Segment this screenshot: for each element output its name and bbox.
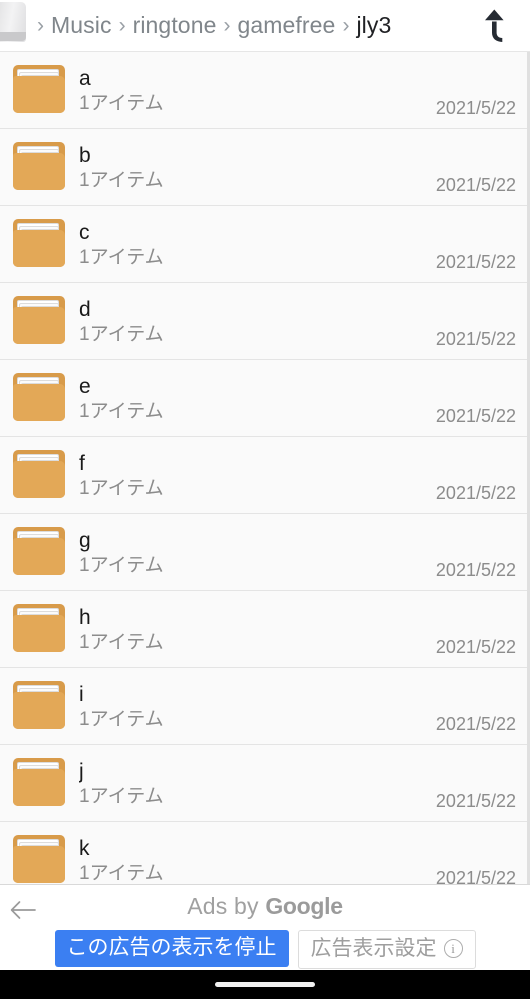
- file-name: f: [79, 452, 85, 475]
- file-list-item[interactable]: i 1アイテム 2021/5/22: [0, 668, 530, 745]
- file-date: 2021/5/22: [435, 329, 516, 349]
- file-name: h: [79, 606, 91, 629]
- folder-icon: [9, 63, 71, 117]
- file-list-item-text: e 1アイテム: [79, 374, 436, 423]
- file-list-item-text: b 1アイテム: [79, 143, 436, 192]
- file-item-count: 1アイテム: [79, 631, 164, 653]
- file-item-count: 1アイテム: [79, 785, 164, 807]
- file-list-item[interactable]: b 1アイテム 2021/5/22: [0, 129, 530, 206]
- file-list-item-text: c 1アイテム: [79, 220, 436, 269]
- file-date: 2021/5/22: [435, 406, 516, 426]
- file-list-item-text: k 1アイテム: [79, 836, 436, 884]
- ad-settings-button[interactable]: 広告表示設定 i: [297, 930, 476, 969]
- file-date: 2021/5/22: [435, 791, 516, 811]
- up-level-arrow-icon: [485, 9, 504, 42]
- breadcrumb-item-gamefree[interactable]: gamefree: [237, 12, 335, 39]
- file-list-item[interactable]: c 1アイテム 2021/5/22: [0, 206, 530, 283]
- file-name: c: [79, 221, 90, 244]
- folder-icon: [9, 294, 71, 348]
- system-nav-bar: [0, 970, 530, 999]
- folder-icon: [9, 756, 71, 810]
- file-date: 2021/5/22: [435, 483, 516, 503]
- file-list-item-text: g 1アイテム: [79, 528, 436, 577]
- file-date: 2021/5/22: [435, 560, 516, 580]
- breadcrumb: › Music › ringtone › gamefree › jly3: [0, 0, 530, 51]
- file-list-item-text: f 1アイテム: [79, 451, 436, 500]
- file-name: b: [79, 144, 91, 167]
- file-item-count: 1アイテム: [79, 92, 164, 114]
- file-list-item[interactable]: h 1アイテム 2021/5/22: [0, 591, 530, 668]
- file-list-item-text: h 1アイテム: [79, 605, 436, 654]
- file-item-count: 1アイテム: [79, 554, 164, 576]
- ad-button-row: この広告の表示を停止 広告表示設定 i: [0, 930, 530, 969]
- file-list-item[interactable]: a 1アイテム 2021/5/22: [0, 52, 530, 129]
- file-name: k: [79, 837, 90, 860]
- home-gesture-pill[interactable]: [215, 982, 315, 987]
- folder-icon: [9, 448, 71, 502]
- folder-icon: [9, 833, 71, 884]
- google-wordmark: Google: [265, 893, 343, 919]
- ads-by-prefix: Ads by: [187, 893, 266, 919]
- file-item-count: 1アイテム: [79, 169, 164, 191]
- file-item-count: 1アイテム: [79, 708, 164, 730]
- folder-icon: [9, 140, 71, 194]
- info-circle-icon: i: [443, 939, 463, 959]
- folder-icon: [9, 525, 71, 579]
- folder-icon: [9, 602, 71, 656]
- file-list-item[interactable]: k 1アイテム 2021/5/22: [0, 822, 530, 884]
- file-item-count: 1アイテム: [79, 400, 164, 422]
- file-date: 2021/5/22: [435, 98, 516, 118]
- ad-panel: Ads by Google この広告の表示を停止 広告表示設定 i: [0, 884, 530, 970]
- file-item-count: 1アイテム: [79, 323, 164, 345]
- file-name: j: [79, 760, 84, 783]
- file-list-item[interactable]: e 1アイテム 2021/5/22: [0, 360, 530, 437]
- file-name: e: [79, 375, 91, 398]
- file-date: 2021/5/22: [435, 637, 516, 657]
- file-list[interactable]: a 1アイテム 2021/5/22 b 1アイテム 2021/5/22 c 1アイテム 2021…: [0, 51, 530, 884]
- file-manager-app: › Music › ringtone › gamefree › jly3 a 1ア…: [0, 0, 530, 999]
- breadcrumb-item-ringtone[interactable]: ringtone: [133, 12, 217, 39]
- ads-by-google-label: Ads by Google: [0, 893, 530, 920]
- folder-icon: [9, 679, 71, 733]
- file-date: 2021/5/22: [435, 252, 516, 272]
- up-level-button[interactable]: [468, 0, 530, 51]
- file-list-item-text: j 1アイテム: [79, 759, 436, 808]
- breadcrumb-separator-0: ›: [37, 14, 44, 37]
- folder-icon: [9, 217, 71, 271]
- breadcrumb-item-music[interactable]: Music: [51, 12, 112, 39]
- file-list-item-text: d 1アイテム: [79, 297, 436, 346]
- stop-showing-ad-button[interactable]: この広告の表示を停止: [54, 930, 289, 967]
- file-list-item-text: a 1アイテム: [79, 66, 436, 115]
- breadcrumb-item-jly3[interactable]: jly3: [356, 12, 391, 39]
- file-list-rows: a 1アイテム 2021/5/22 b 1アイテム 2021/5/22 c 1アイテム 2021…: [0, 52, 530, 884]
- breadcrumb-separator-2: ›: [223, 14, 231, 37]
- file-item-count: 1アイテム: [79, 477, 164, 499]
- file-list-item-text: i 1アイテム: [79, 682, 436, 731]
- folder-icon: [9, 371, 71, 425]
- file-date: 2021/5/22: [435, 868, 516, 884]
- file-name: d: [79, 298, 91, 321]
- breadcrumb-separator-3: ›: [342, 14, 350, 37]
- file-item-count: 1アイテム: [79, 862, 164, 884]
- file-name: i: [79, 683, 84, 706]
- file-list-item[interactable]: j 1アイテム 2021/5/22: [0, 745, 530, 822]
- file-date: 2021/5/22: [435, 175, 516, 195]
- file-item-count: 1アイテム: [79, 246, 164, 268]
- file-list-item[interactable]: f 1アイテム 2021/5/22: [0, 437, 530, 514]
- file-list-item[interactable]: d 1アイテム 2021/5/22: [0, 283, 530, 360]
- file-list-item[interactable]: g 1アイテム 2021/5/22: [0, 514, 530, 591]
- storage-device-icon[interactable]: [0, 0, 30, 51]
- file-name: a: [79, 67, 91, 90]
- file-date: 2021/5/22: [435, 714, 516, 734]
- breadcrumb-separator-1: ›: [118, 14, 126, 37]
- file-name: g: [79, 529, 91, 552]
- ad-settings-label: 広告表示設定: [310, 937, 437, 960]
